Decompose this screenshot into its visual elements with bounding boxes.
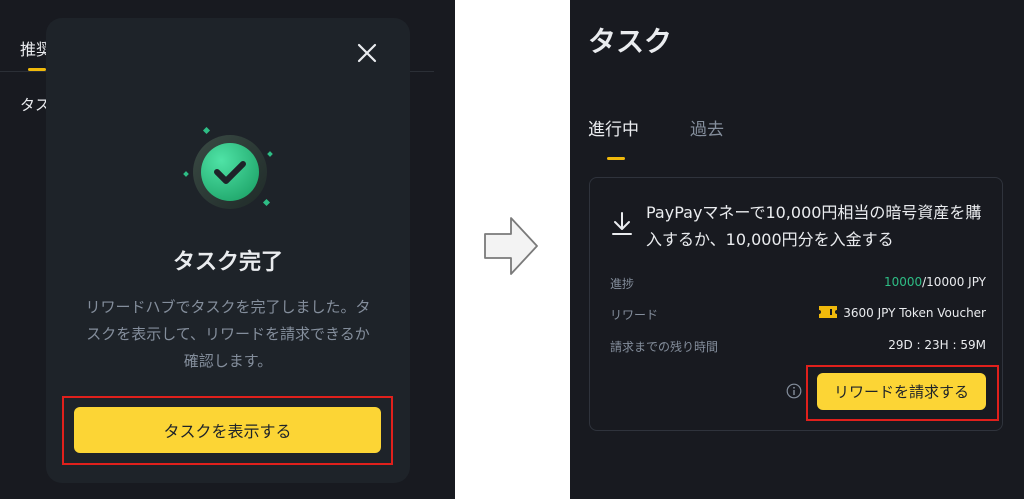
tab-in-progress[interactable]: 進行中: [588, 115, 639, 140]
page-title: タスク: [588, 25, 673, 58]
time-remaining-value: 29D : 23H : 59M: [888, 338, 986, 352]
progress-label: 進捗: [610, 277, 635, 291]
progress-value: 10000/10000 JPY: [884, 275, 986, 289]
info-icon[interactable]: [786, 383, 802, 399]
progress-total: /10000 JPY: [922, 275, 986, 289]
close-icon[interactable]: [356, 42, 378, 64]
reward-text: 3600 JPY Token Voucher: [843, 306, 986, 320]
tab-past[interactable]: 過去: [690, 115, 724, 140]
voucher-icon: [819, 306, 838, 318]
right-screen: タスク 進行中 過去 PayPayマネーで10,000円相当の暗号資産を購入する…: [570, 0, 1024, 499]
progress-current: 10000: [883, 275, 923, 289]
right-arrow-icon: [483, 214, 539, 278]
highlight-box: [806, 365, 999, 421]
download-icon: [610, 211, 634, 237]
time-remaining-label: 請求までの残り時間: [610, 340, 719, 354]
highlight-box: [62, 396, 393, 465]
check-circle-icon: [182, 124, 278, 220]
reward-label: リワード: [610, 308, 659, 322]
modal-description: リワードハブでタスクを完了しました。タスクを表示して、リワードを請求できるか確認…: [85, 298, 371, 370]
active-tab-underline: [607, 157, 625, 160]
left-screen: 推奨 タス タスク完了 リワードハブでタスクを完了しました。タスクを表示して、リ…: [0, 0, 455, 499]
task-title: PayPayマネーで10,000円相当の暗号資産を購入するか、10,000円分を…: [646, 203, 982, 249]
modal-title: タスク完了: [172, 250, 283, 275]
reward-value: 3600 JPY Token Voucher: [819, 306, 986, 320]
